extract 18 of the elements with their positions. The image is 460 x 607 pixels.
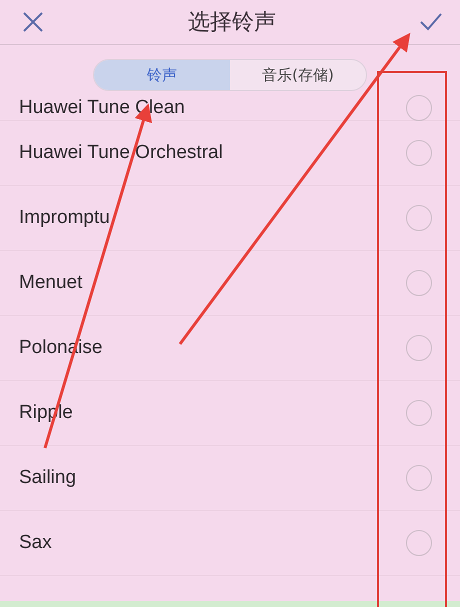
ringtone-name: Sax [19,532,52,554]
radio-button[interactable] [406,530,432,556]
radio-button[interactable] [406,400,432,426]
ringtone-name: Huawei Tune Orchestral [19,142,223,164]
radio-button[interactable] [406,94,432,120]
radio-button[interactable] [406,465,432,491]
radio-button[interactable] [406,270,432,296]
close-icon [22,11,44,33]
ringtone-name: Sailing [19,467,76,489]
radio-button[interactable] [406,140,432,166]
page-title: 选择铃声 [188,9,276,37]
radio-button[interactable] [406,335,432,361]
radio-button[interactable] [406,205,432,231]
tab[interactable]: 音乐(存储) [230,60,366,90]
ringtone-name: Menuet [19,272,82,294]
checkmark-icon [419,12,443,32]
ringtone-name: Impromptu [19,207,110,229]
tab[interactable]: 铃声 [94,60,230,90]
